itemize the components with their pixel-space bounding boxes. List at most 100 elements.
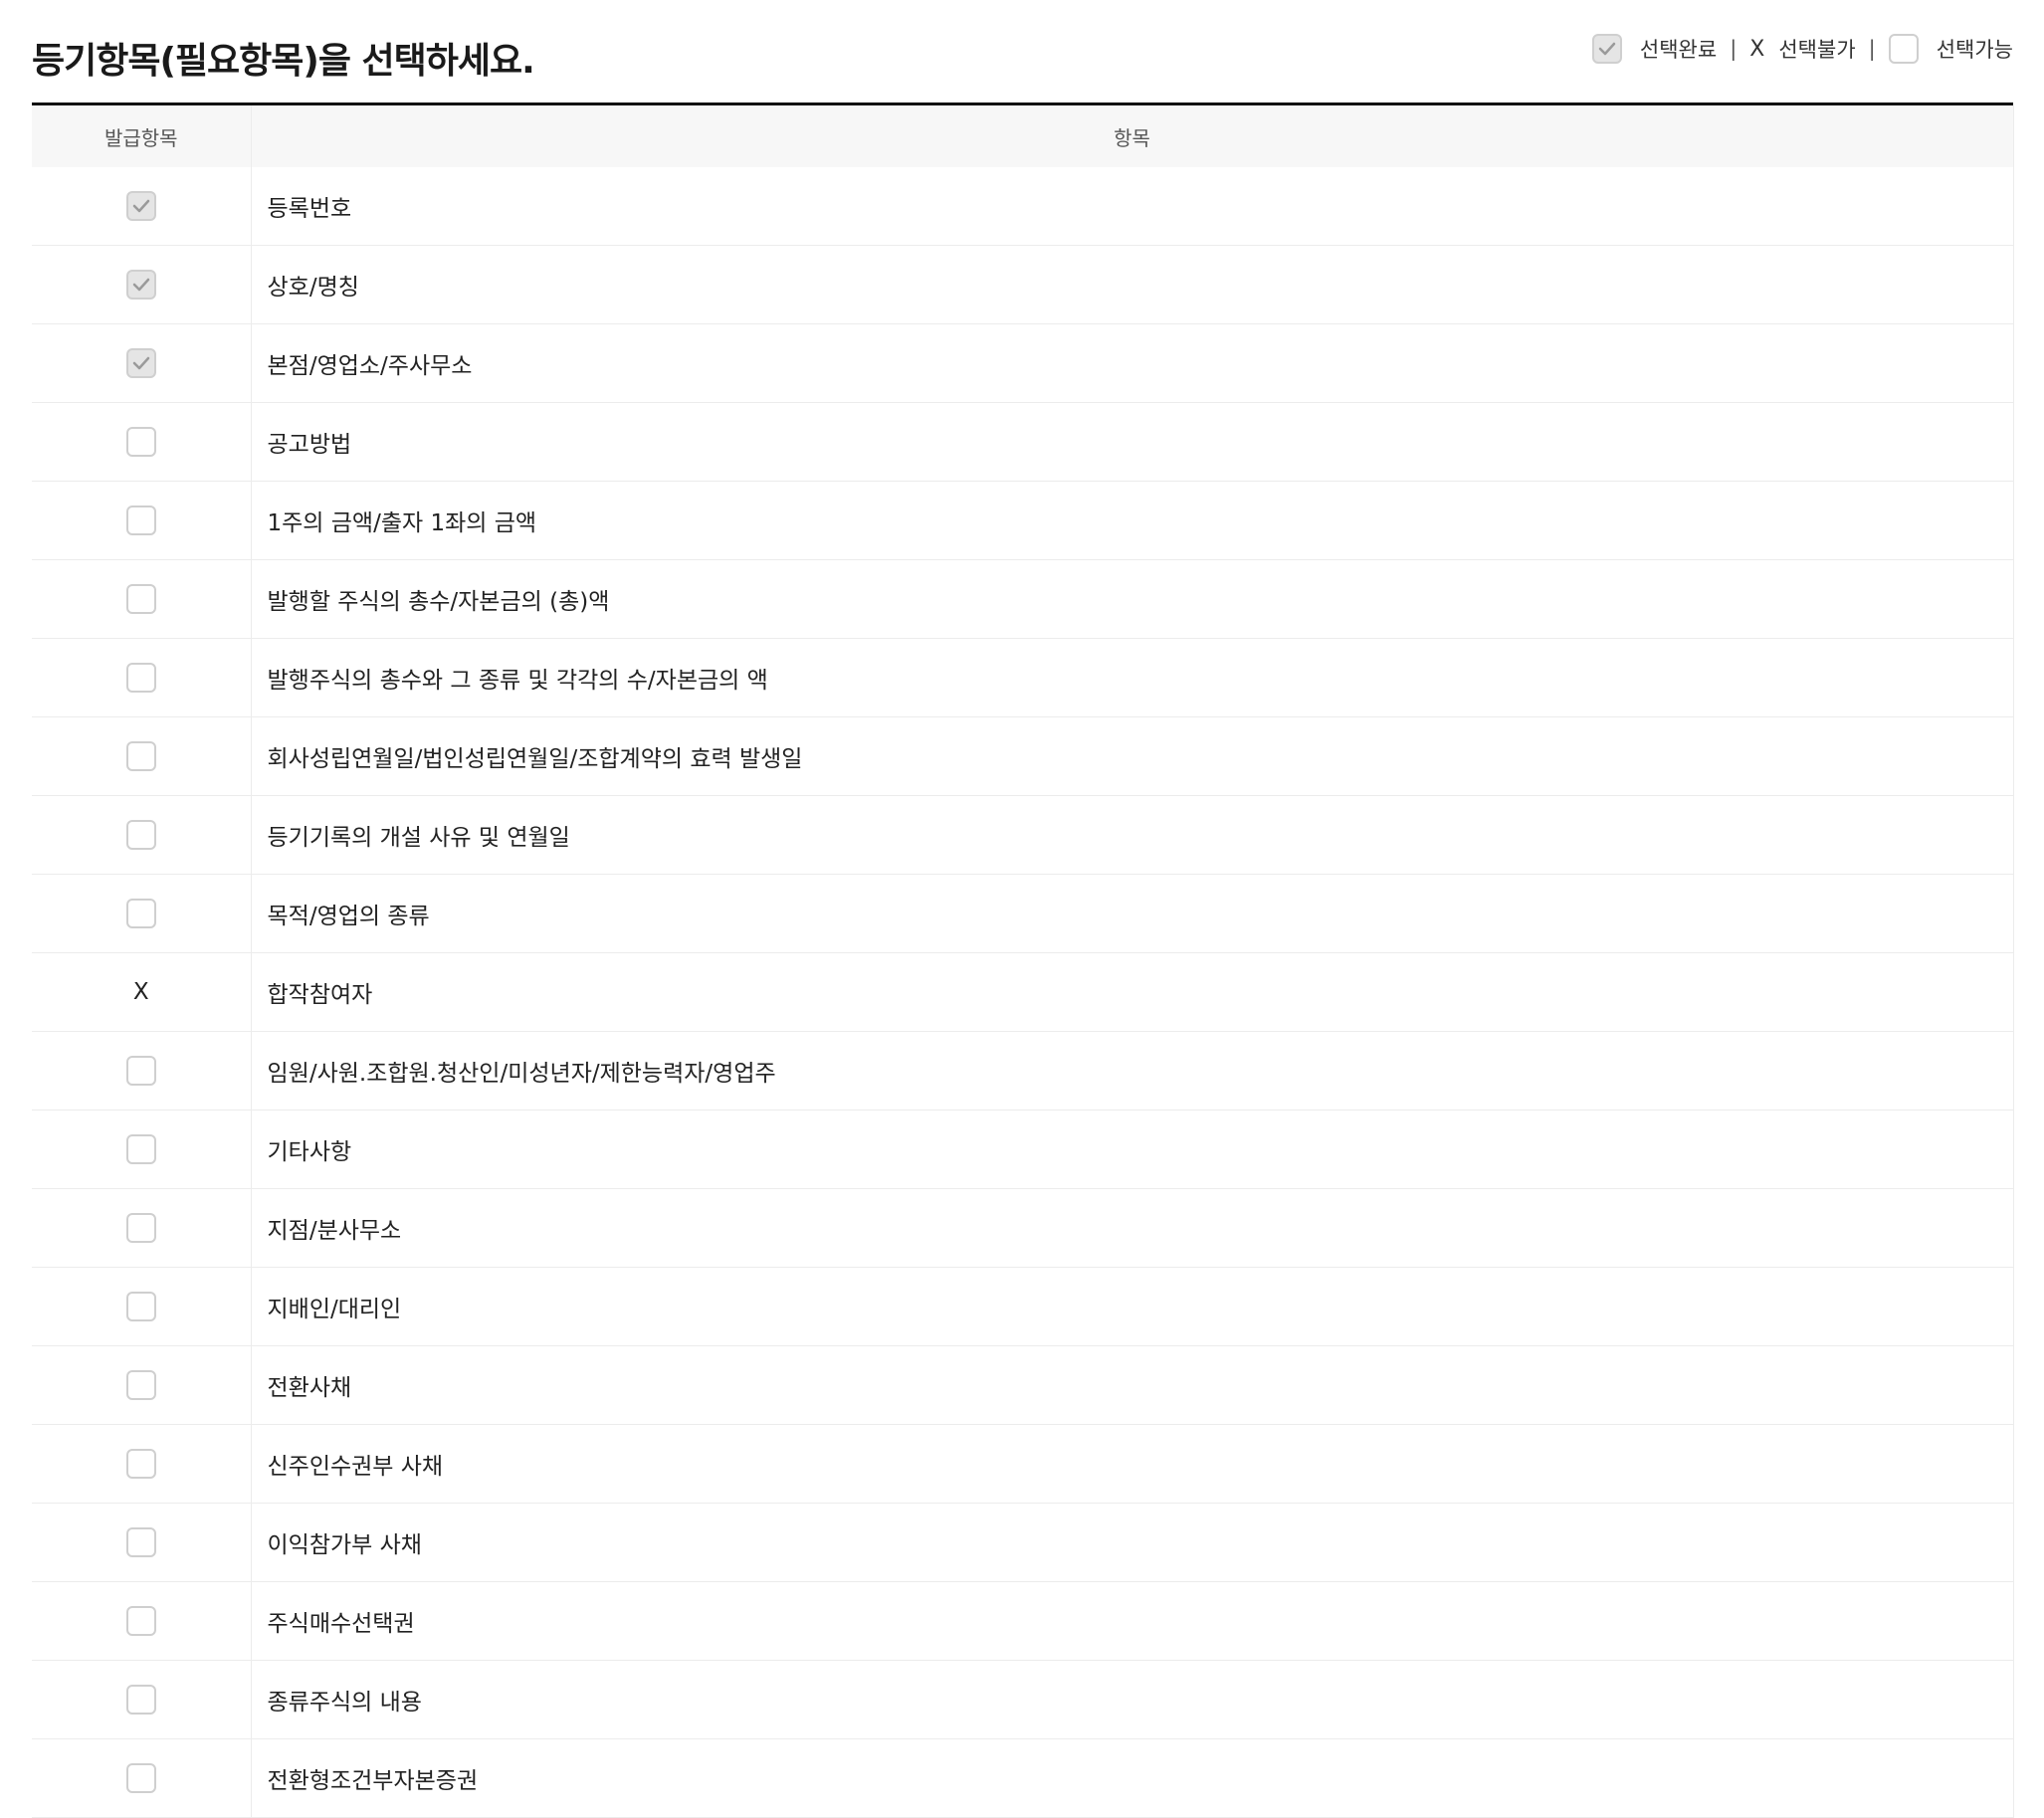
row-select-cell (32, 1738, 252, 1818)
row-item-label: 주식매수선택권 (251, 1581, 2014, 1661)
row-item-label: 전환형조건부자본증권 (251, 1738, 2014, 1818)
checkbox[interactable] (125, 1606, 156, 1636)
table-row[interactable]: 1주의 금액/출자 1좌의 금액 (32, 481, 2014, 560)
row-item-label: 신주인수권부 사채 (251, 1424, 2014, 1504)
row-item-label: 본점/영업소/주사무소 (251, 323, 2014, 403)
checkbox[interactable] (125, 1370, 156, 1400)
legend-separator: | (1868, 37, 1876, 61)
row-select-cell (32, 245, 252, 324)
checkbox-checked (125, 348, 156, 378)
checkbox[interactable] (125, 820, 156, 850)
row-item-label: 공고방법 (251, 402, 2014, 482)
table-row[interactable]: 임원/사원.조합원.청산인/미성년자/제한능력자/영업주 (32, 1031, 2014, 1111)
page-title: 등기항목(필요항목)을 선택하세요. (32, 41, 535, 82)
legend-x-icon: X (1749, 36, 1765, 62)
selection-legend: 선택완료 | X 선택불가 | 선택가능 (1591, 33, 2013, 65)
row-select-cell (32, 1345, 252, 1425)
checkbox[interactable] (125, 741, 156, 771)
check-icon (132, 356, 149, 370)
row-item-label: 전환사채 (251, 1345, 2014, 1425)
page-header: 등기항목(필요항목)을 선택하세요. 선택완료 | X 선택불가 | 선택가능 (32, 0, 2013, 105)
row-select-cell (32, 481, 252, 560)
table-row[interactable]: 기타사항 (32, 1110, 2014, 1189)
table-row[interactable]: 공고방법 (32, 402, 2014, 482)
table-row[interactable]: 목적/영업의 종류 (32, 874, 2014, 953)
row-item-label: 목적/영업의 종류 (251, 874, 2014, 953)
table-row[interactable]: 지점/분사무소 (32, 1188, 2014, 1268)
checkbox[interactable] (125, 1685, 156, 1715)
registry-items-table: 발급항목 항목 등록번호 상호/명칭 본점/영업소/주사무소 공고방법 1주의 금액/출… (32, 105, 2014, 1818)
row-select-cell (32, 1267, 252, 1346)
row-select-cell (32, 1503, 252, 1582)
row-item-label: 등기기록의 개설 사유 및 연월일 (251, 795, 2014, 875)
row-item-label: 등록번호 (251, 167, 2014, 246)
row-item-label: 합작참여자 (251, 952, 2014, 1032)
row-select-cell (32, 167, 252, 246)
table-row[interactable]: 발행할 주식의 총수/자본금의 (총)액 (32, 559, 2014, 639)
row-select-cell (32, 874, 252, 953)
table-row[interactable]: 이익참가부 사채 (32, 1503, 2014, 1582)
row-item-label: 회사성립연월일/법인성립연월일/조합계약의 효력 발생일 (251, 716, 2014, 796)
row-select-cell (32, 638, 252, 717)
table-row: X 합작참여자 (32, 952, 2014, 1032)
checkbox-checked (125, 270, 156, 300)
table-row[interactable]: 전환사채 (32, 1345, 2014, 1425)
table-row[interactable]: 지배인/대리인 (32, 1267, 2014, 1346)
table-row[interactable]: 발행주식의 총수와 그 종류 및 각각의 수/자본금의 액 (32, 638, 2014, 717)
table-row[interactable]: 등기기록의 개설 사유 및 연월일 (32, 795, 2014, 875)
checkbox[interactable] (125, 1449, 156, 1479)
checkbox[interactable] (125, 584, 156, 614)
row-item-label: 지배인/대리인 (251, 1267, 2014, 1346)
check-icon (1598, 42, 1616, 56)
row-item-label: 임원/사원.조합원.청산인/미성년자/제한능력자/영업주 (251, 1031, 2014, 1111)
legend-available-label: 선택가능 (1936, 38, 2013, 62)
column-header-item: 항목 (251, 105, 2014, 167)
unavailable-x-icon: X (132, 979, 149, 1005)
row-item-label: 발행주식의 총수와 그 종류 및 각각의 수/자본금의 액 (251, 638, 2014, 717)
check-icon (132, 199, 149, 213)
row-select-cell (32, 1660, 252, 1739)
row-select-cell (32, 323, 252, 403)
check-icon (132, 278, 149, 292)
table-row[interactable]: 전환형조건부자본증권 (32, 1738, 2014, 1818)
row-select-cell (32, 716, 252, 796)
table-header-row: 발급항목 항목 (32, 105, 2014, 167)
row-select-cell (32, 559, 252, 639)
table-body: 등록번호 상호/명칭 본점/영업소/주사무소 공고방법 1주의 금액/출자 1좌의 금액… (32, 167, 2014, 1818)
row-item-label: 지점/분사무소 (251, 1188, 2014, 1268)
row-item-label: 종류주식의 내용 (251, 1660, 2014, 1739)
checkbox[interactable] (125, 427, 156, 457)
legend-unavailable-label: 선택불가 (1778, 38, 1856, 62)
checkbox[interactable] (125, 505, 156, 535)
table-row[interactable]: 주식매수선택권 (32, 1581, 2014, 1661)
table-row: 상호/명칭 (32, 245, 2014, 324)
row-select-cell (32, 1188, 252, 1268)
legend-checked-icon (1591, 34, 1622, 64)
checkbox[interactable] (125, 1763, 156, 1793)
checkbox[interactable] (125, 663, 156, 693)
table-row[interactable]: 회사성립연월일/법인성립연월일/조합계약의 효력 발생일 (32, 716, 2014, 796)
table-row: 본점/영업소/주사무소 (32, 323, 2014, 403)
table-header: 발급항목 항목 (32, 105, 2014, 167)
row-select-cell (32, 402, 252, 482)
checkbox[interactable] (125, 1134, 156, 1164)
row-item-label: 상호/명칭 (251, 245, 2014, 324)
row-select-cell (32, 1581, 252, 1661)
table-row[interactable]: 신주인수권부 사채 (32, 1424, 2014, 1504)
row-item-label: 발행할 주식의 총수/자본금의 (총)액 (251, 559, 2014, 639)
row-select-cell (32, 795, 252, 875)
checkbox[interactable] (125, 1056, 156, 1086)
table-row: 등록번호 (32, 167, 2014, 246)
row-item-label: 1주의 금액/출자 1좌의 금액 (251, 481, 2014, 560)
checkbox[interactable] (125, 899, 156, 928)
checkbox-checked (125, 191, 156, 221)
row-item-label: 기타사항 (251, 1110, 2014, 1189)
checkbox[interactable] (125, 1527, 156, 1557)
legend-empty-checkbox-icon (1888, 34, 1919, 64)
checkbox[interactable] (125, 1213, 156, 1243)
column-header-issue: 발급항목 (32, 105, 252, 167)
checkbox[interactable] (125, 1292, 156, 1321)
legend-separator: | (1730, 37, 1737, 61)
row-select-cell (32, 1031, 252, 1111)
table-row[interactable]: 종류주식의 내용 (32, 1660, 2014, 1739)
